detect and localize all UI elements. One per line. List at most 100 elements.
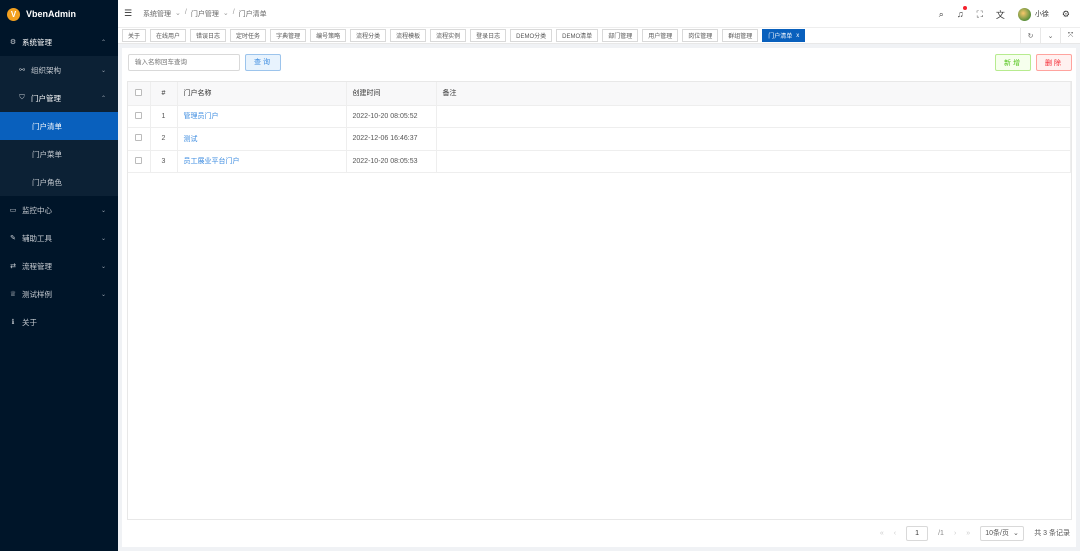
breadcrumb-separator: / xyxy=(184,8,187,16)
breadcrumb-separator: / xyxy=(232,8,235,16)
row-index: 1 xyxy=(150,105,178,128)
bell-icon[interactable]: ♫ xyxy=(957,6,967,19)
row-checkbox[interactable] xyxy=(135,134,143,142)
tab-numbering[interactable]: 编号策略 xyxy=(310,29,347,42)
refresh-icon[interactable]: ↻ xyxy=(1020,28,1040,44)
sidebar-item-tools[interactable]: ✎ 辅助工具 ⌄ xyxy=(0,224,118,252)
tab-flow-template[interactable]: 流程模板 xyxy=(390,29,427,42)
row-name-cell: 管理员门户 xyxy=(177,105,347,128)
table-row[interactable]: 1 管理员门户 2022-10-20 08:05:52 xyxy=(128,105,1071,128)
sidebar-item-system[interactable]: ⚙ 系统管理 ⌃ xyxy=(0,28,118,56)
tab-scheduled-tasks[interactable]: 定时任务 xyxy=(230,29,267,42)
tab-label: 编号策略 xyxy=(316,34,341,40)
table-row[interactable]: 3 员工展业平台门户 2022-10-20 08:05:53 xyxy=(128,150,1071,173)
row-checkbox-cell xyxy=(128,127,151,151)
tab-tools: ↻ ⌄ ⤧ xyxy=(1020,28,1080,44)
tab-portal-list[interactable]: 门户清单 x xyxy=(762,29,806,42)
sidebar-item-label: 流程管理 xyxy=(22,261,52,271)
user-menu[interactable]: 小徐 xyxy=(1017,7,1049,21)
monitor-icon: ▭ xyxy=(9,207,17,214)
sidebar-item-org[interactable]: ⚯ 组织架构 ⌄ xyxy=(0,56,118,84)
logo[interactable]: V VbenAdmin xyxy=(0,0,118,28)
chevron-up-icon: ⌃ xyxy=(100,95,106,102)
search-icon[interactable]: ⌕ xyxy=(939,9,944,20)
tab-demo-list[interactable]: DEMO清单 xyxy=(556,29,599,42)
table-row[interactable]: 2 测试 2022-12-06 16:46:37 xyxy=(128,127,1071,151)
tab-dictionary[interactable]: 字典管理 xyxy=(270,29,307,42)
row-name-cell: 员工展业平台门户 xyxy=(177,150,347,173)
next-page-icon[interactable]: › xyxy=(954,530,956,537)
sidebar-item-flow[interactable]: ⇄ 流程管理 ⌄ xyxy=(0,252,118,280)
expand-icon[interactable]: ⤧ xyxy=(1060,28,1080,44)
header: ☰ 系统管理 ⌄ / 门户管理 ⌄ / 门户清单 ⌕ ♫ ⛶ 文 小徐 ⚙ xyxy=(118,0,1080,28)
page-size-select[interactable]: 10条/页 ⌄ xyxy=(980,525,1025,541)
delete-button[interactable]: 删除 xyxy=(1036,54,1072,71)
avatar xyxy=(1017,7,1031,21)
portal-name-link[interactable]: 员工展业平台门户 xyxy=(184,158,240,165)
chevron-down-icon: ⌄ xyxy=(100,67,106,74)
tab-label: 部门管理 xyxy=(608,34,633,40)
fullscreen-icon[interactable]: ⛶ xyxy=(977,9,983,20)
translate-icon[interactable]: 文 xyxy=(996,8,1005,21)
breadcrumb-item[interactable]: 门户管理 xyxy=(191,9,219,19)
tab-about[interactable]: 关于 xyxy=(122,29,147,42)
portal-name-link[interactable]: 测试 xyxy=(184,136,198,143)
last-page-icon[interactable]: » xyxy=(966,530,970,537)
sidebar-item-portal-list[interactable]: 门户清单 xyxy=(0,112,118,140)
settings-icon[interactable]: ⚙ xyxy=(1062,9,1070,20)
tab-label: DEMO分类 xyxy=(516,34,547,40)
tab-dept[interactable]: 部门管理 xyxy=(602,29,639,42)
tab-label: 流程实例 xyxy=(436,34,461,40)
select-all-checkbox[interactable] xyxy=(135,88,143,96)
portal-name-link[interactable]: 管理员门户 xyxy=(184,113,219,120)
row-name-cell: 测试 xyxy=(177,127,347,151)
column-header-name[interactable]: 门户名称 xyxy=(177,82,347,106)
pagination: « ‹ 1 /1 › » 10条/页 ⌄ 共 3 条记录 xyxy=(880,525,1070,541)
prev-page-icon[interactable]: ‹ xyxy=(894,530,896,537)
tab-flow-category[interactable]: 流程分类 xyxy=(350,29,387,42)
chevron-down-icon[interactable]: ⌄ xyxy=(1040,28,1060,44)
page-size-value: 10条/页 xyxy=(985,530,1009,537)
row-checkbox[interactable] xyxy=(135,156,143,164)
page-input[interactable]: 1 xyxy=(906,525,929,541)
submenu-system: ⚯ 组织架构 ⌄ ⛉ 门户管理 ⌃ 门户清单 门户菜单 门户角色 xyxy=(0,56,118,196)
tab-label: DEMO清单 xyxy=(562,34,593,40)
sidebar-item-portal[interactable]: ⛉ 门户管理 ⌃ xyxy=(0,84,118,112)
search-input[interactable] xyxy=(128,53,240,71)
sidebar-item-label: 门户角色 xyxy=(32,177,62,187)
tab-login-log[interactable]: 登录日志 xyxy=(470,29,507,42)
column-header-created[interactable]: 创建时间 xyxy=(346,82,437,106)
tab-error-log[interactable]: 错误日志 xyxy=(190,29,227,42)
tab-online-users[interactable]: 在线用户 xyxy=(150,29,187,42)
tab-users[interactable]: 用户管理 xyxy=(642,29,679,42)
breadcrumb-item[interactable]: 系统管理 xyxy=(143,9,171,19)
logo-icon: V xyxy=(7,7,20,21)
row-note xyxy=(436,127,1071,151)
tab-posts[interactable]: 岗位管理 xyxy=(682,29,719,42)
first-page-icon[interactable]: « xyxy=(880,530,884,537)
tab-flow-instance[interactable]: 流程实例 xyxy=(430,29,467,42)
menu-fold-icon[interactable]: ☰ xyxy=(124,8,134,19)
toolbar: 查询 新增 删除 xyxy=(122,48,1076,76)
sidebar-item-tests[interactable]: ♕ 测试样例 ⌄ xyxy=(0,280,118,308)
row-created: 2022-12-06 16:46:37 xyxy=(346,127,437,151)
sidebar-item-portal-role[interactable]: 门户角色 xyxy=(0,168,118,196)
sidebar-item-portal-menu[interactable]: 门户菜单 xyxy=(0,140,118,168)
app-name: VbenAdmin xyxy=(26,9,77,19)
row-checkbox[interactable] xyxy=(135,111,143,119)
tab-label: 错误日志 xyxy=(196,34,221,40)
column-header-note[interactable]: 备注 xyxy=(436,82,1071,106)
sidebar-item-about[interactable]: ℹ 关于 xyxy=(0,308,118,336)
tab-label: 关于 xyxy=(128,34,141,40)
tab-demo-category[interactable]: DEMO分类 xyxy=(510,29,553,42)
row-note xyxy=(436,150,1071,173)
notification-dot xyxy=(962,6,967,10)
tab-label: 用户管理 xyxy=(648,34,673,40)
trophy-icon: ♕ xyxy=(9,291,17,298)
add-button[interactable]: 新增 xyxy=(995,54,1031,71)
query-button[interactable]: 查询 xyxy=(245,53,281,71)
sidebar-item-monitor[interactable]: ▭ 监控中心 ⌄ xyxy=(0,196,118,224)
total-pages: /1 xyxy=(938,529,944,537)
tab-groups[interactable]: 群组管理 xyxy=(722,29,759,42)
close-icon[interactable]: x xyxy=(796,33,799,39)
